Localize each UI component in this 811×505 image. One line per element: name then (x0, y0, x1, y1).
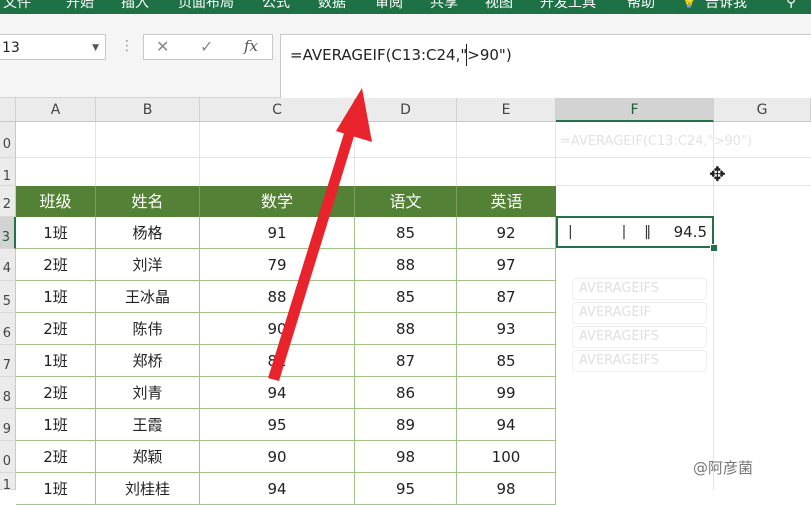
arrow-head (336, 88, 372, 142)
arrow-shaft (268, 130, 355, 381)
annotation-arrow (268, 88, 372, 381)
watermark: @阿彦菌 (693, 459, 754, 477)
